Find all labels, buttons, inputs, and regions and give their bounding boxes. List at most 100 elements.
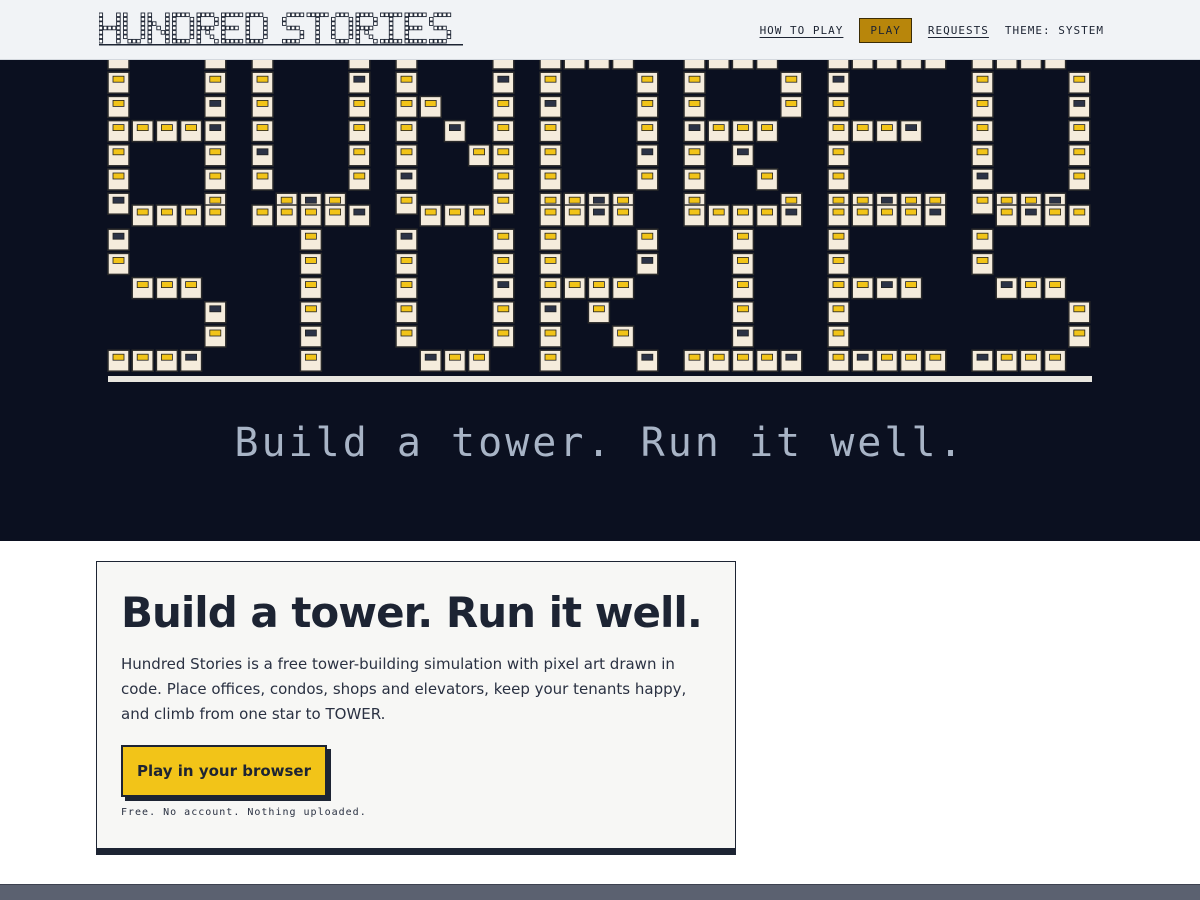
play-in-browser-button[interactable]: Play in your browser [121,745,327,797]
window-tile [731,252,755,276]
window-tile [636,119,659,143]
window-tile [827,168,850,191]
window-tile [731,325,755,348]
window-tile [179,276,203,300]
window-tile [1019,349,1043,372]
window-tile [1019,276,1043,300]
window-tile [299,252,323,276]
window-tile [539,60,562,70]
ground-line [108,376,1092,382]
window-tile [275,204,298,227]
window-tile [204,168,227,191]
window-tile [107,60,130,70]
window-tile [395,301,418,324]
window-tile [348,168,371,191]
window-tile [731,228,755,251]
window-tile [851,119,874,143]
window-tile [492,276,515,300]
window-tile [755,60,779,70]
window-tile [155,204,179,227]
nav-requests-link[interactable]: REQUESTS [928,24,989,37]
window-tile [731,349,755,372]
window-tile [827,119,850,143]
window-tile [395,95,418,119]
window-tile [683,168,706,191]
window-tile [251,168,274,191]
window-tile [875,349,899,372]
window-tile [1043,60,1067,70]
window-tile [107,168,130,191]
window-tile [636,71,659,94]
window-tile [875,119,899,143]
window-tile [827,325,850,348]
window-tile [827,204,850,227]
window-tile [299,204,323,227]
window-tile [731,60,755,70]
window-tile [971,60,994,70]
intro-description: Hundred Stories is a free tower-building… [121,655,687,723]
window-tile [107,252,130,276]
window-tile [348,204,371,227]
window-tile [539,228,562,251]
window-tile [611,325,635,348]
window-tile [1019,60,1043,70]
window-tile [755,349,779,372]
theme-toggle[interactable]: THEME: SYSTEM [1005,24,1104,37]
window-tile [539,95,562,119]
window-tile [971,349,994,372]
window-tile [587,301,611,324]
window-tile [492,119,515,143]
window-tile [755,204,779,227]
window-tile [1068,168,1091,191]
window-tile [539,325,562,348]
window-tile [707,204,730,227]
window-tile [107,192,130,215]
window-tile [107,349,130,372]
window-tile [827,144,850,167]
window-tile [755,168,779,191]
window-tile [995,349,1018,372]
window-tile [204,204,227,227]
window-tile [587,204,611,227]
window-tile [323,204,347,227]
window-tile [348,60,371,70]
window-tile [395,192,418,215]
window-tile [707,60,730,70]
window-tile [131,349,154,372]
nav-how-to-play-link[interactable]: HOW TO PLAY [760,24,844,37]
window-tile [492,71,515,94]
nav-play-button[interactable]: PLAY [859,17,912,43]
window-tile [204,301,227,324]
window-tile [755,119,779,143]
window-tile [155,349,179,372]
window-tile [155,119,179,143]
window-tile [875,276,899,300]
window-tile [875,204,899,227]
window-tile [780,349,803,372]
window-tile [971,71,994,94]
window-tile [107,119,130,143]
site-logo[interactable] [99,12,463,46]
window-tile [1068,144,1091,167]
window-tile [683,71,706,94]
window-tile [539,276,562,300]
window-tile [611,276,635,300]
window-tile [683,144,706,167]
window-tile [251,204,274,227]
window-tile [1068,301,1091,324]
window-tile [636,349,659,372]
window-tile [731,204,755,227]
window-tile [827,71,850,94]
window-tile [875,60,899,70]
window-tile [683,204,706,227]
window-tile [395,71,418,94]
window-tile [924,60,947,70]
window-tile [131,204,154,227]
window-tile [851,276,874,300]
window-tile [827,349,850,372]
window-tile [563,60,586,70]
window-tile [107,95,130,119]
window-tile [539,204,562,227]
window-tile [1068,95,1091,119]
window-tile [204,71,227,94]
